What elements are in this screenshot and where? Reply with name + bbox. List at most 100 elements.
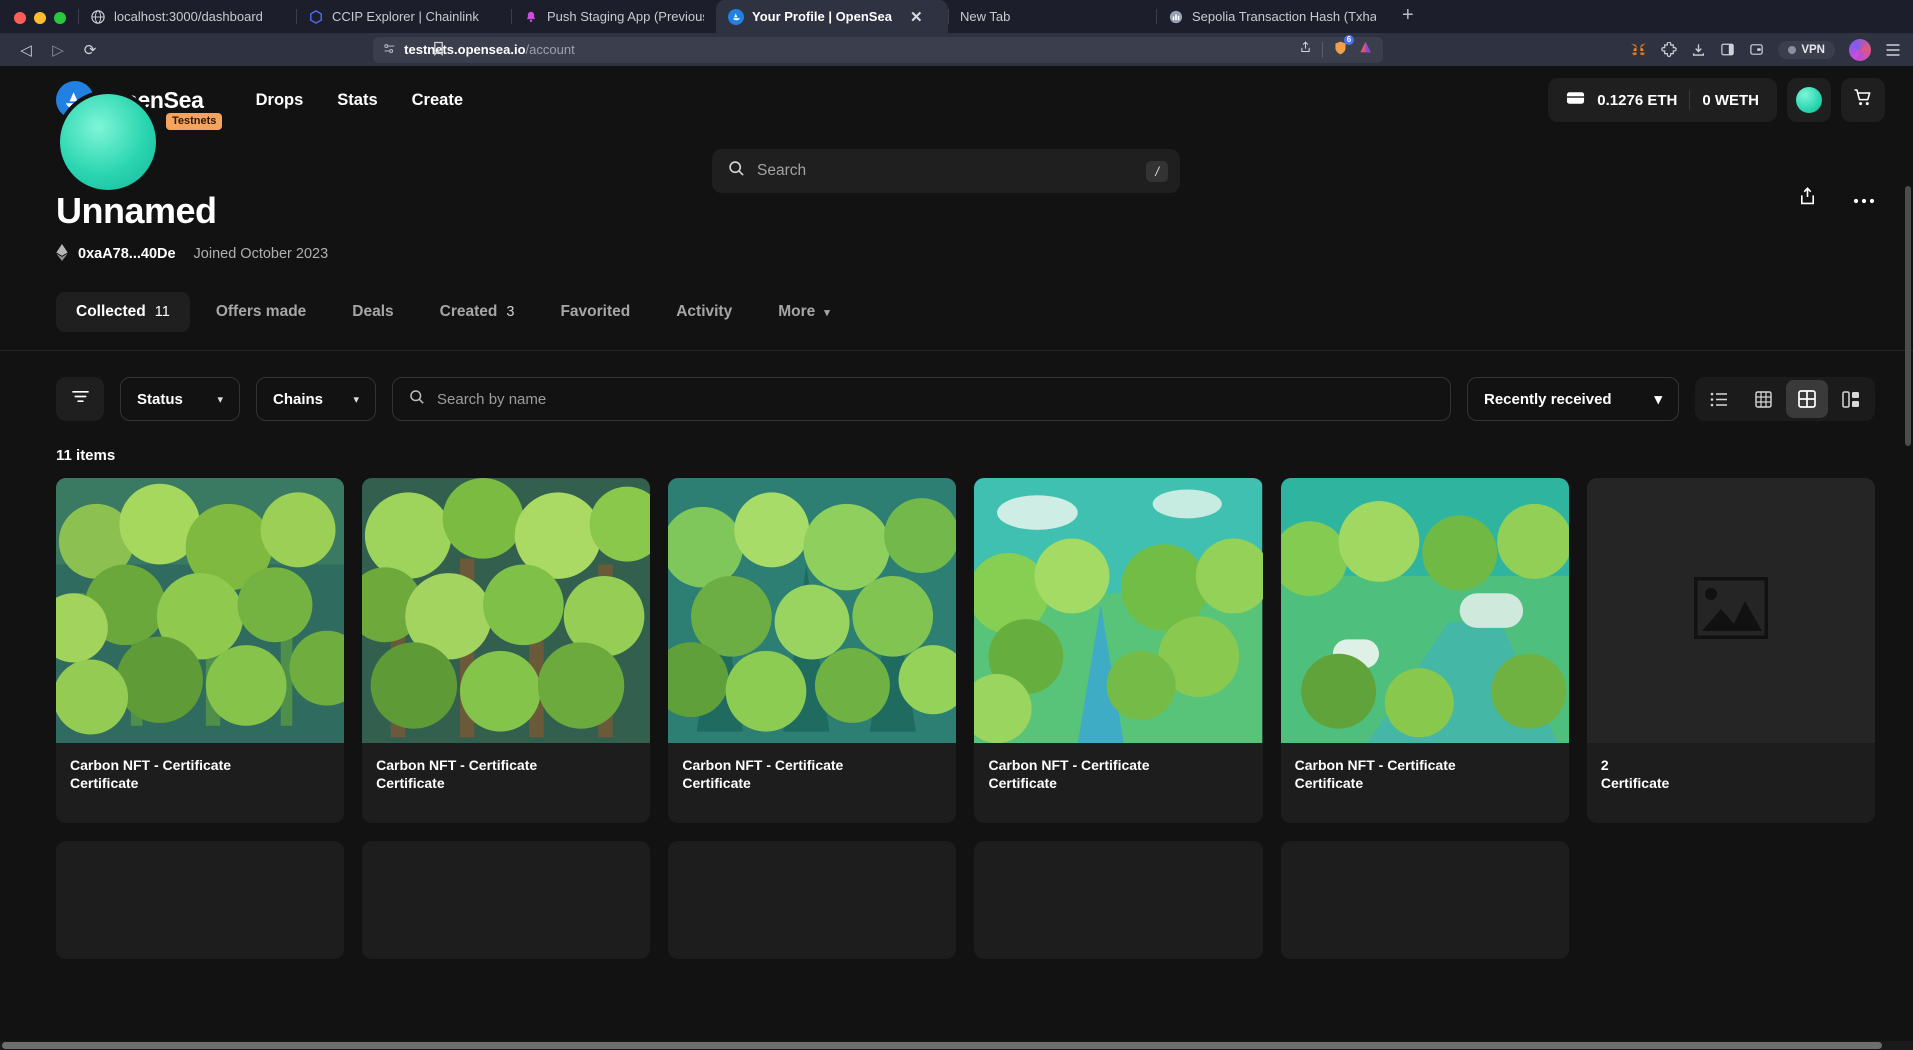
- vertical-scrollbar[interactable]: [1904, 66, 1913, 1041]
- nft-artwork: [974, 478, 1263, 744]
- tab-more[interactable]: More ▾: [758, 292, 850, 332]
- chains-filter-dropdown[interactable]: Chains ▾: [256, 377, 376, 421]
- bookmark-icon[interactable]: [432, 41, 445, 59]
- browser-tab-localhost[interactable]: localhost:3000/dashboard: [78, 0, 296, 33]
- hamburger-menu-icon[interactable]: [1885, 43, 1901, 57]
- maximize-window-button[interactable]: [54, 12, 66, 24]
- nft-card-next-row[interactable]: [56, 840, 345, 959]
- nav-link-create[interactable]: Create: [412, 91, 463, 110]
- site-permissions-icon[interactable]: [383, 42, 396, 58]
- tab-favorited[interactable]: Favorited: [540, 292, 650, 332]
- nft-card[interactable]: Carbon NFT - Certificate Certificate: [1280, 478, 1569, 823]
- nft-meta: Carbon NFT - Certificate Certificate: [1281, 743, 1569, 823]
- tab-offers-made[interactable]: Offers made: [196, 292, 326, 332]
- tab-list: localhost:3000/dashboard CCIP Explorer |…: [78, 0, 1913, 33]
- tab-activity[interactable]: Activity: [656, 292, 752, 332]
- filter-icon: [71, 389, 90, 409]
- new-tab-button[interactable]: +: [1388, 5, 1428, 33]
- detail-view-icon[interactable]: [1830, 380, 1872, 418]
- sidebar-icon[interactable]: [1720, 42, 1735, 57]
- opensea-icon: [728, 8, 744, 25]
- profile-name: Unnamed: [56, 190, 217, 231]
- horizontal-scrollbar-thumb[interactable]: [2, 1042, 1882, 1049]
- browser-tab-opensea-profile[interactable]: Your Profile | OpenSea ✕: [716, 0, 948, 33]
- metamask-icon[interactable]: [1630, 42, 1647, 58]
- nft-card[interactable]: Carbon NFT - Certificate Certificate: [668, 478, 957, 823]
- navigation-buttons: ◁ ▷ ⟳: [12, 37, 104, 63]
- wallet-eth-balance: 0.1276 ETH: [1597, 91, 1678, 109]
- profile-address[interactable]: 0xaA78...40De: [78, 246, 176, 262]
- cart-icon: [1853, 88, 1873, 112]
- image-placeholder-icon: [1693, 576, 1769, 644]
- tab-label: Created: [439, 303, 498, 320]
- puzzle-extension-icon[interactable]: [1661, 41, 1678, 58]
- browser-tabstrip: localhost:3000/dashboard CCIP Explorer |…: [0, 0, 1913, 33]
- extensions-area: VPN: [1616, 38, 1901, 61]
- nft-title: Carbon NFT - Certificate: [682, 757, 844, 774]
- wallet-balance[interactable]: 0.1276 ETH 0 WETH: [1548, 78, 1777, 122]
- download-icon[interactable]: [1691, 42, 1706, 58]
- small-grid-view-icon[interactable]: [1742, 380, 1784, 418]
- push-bell-icon: [523, 9, 539, 25]
- minimize-window-button[interactable]: [34, 12, 46, 24]
- profile-avatar-large[interactable]: [56, 90, 160, 194]
- browser-tab-ccip-explorer[interactable]: CCIP Explorer | Chainlink: [296, 0, 511, 33]
- opensea-page: OpenSea Testnets Drops Stats Create /: [0, 66, 1913, 1050]
- nft-subtitle: Certificate: [1600, 775, 1670, 791]
- nft-card[interactable]: Carbon NFT - Certificate Certificate: [56, 478, 345, 823]
- back-button[interactable]: ◁: [12, 37, 40, 63]
- nft-card[interactable]: 2 Certificate: [1586, 478, 1875, 823]
- tab-collected[interactable]: Collected 11: [56, 292, 190, 332]
- close-window-button[interactable]: [14, 12, 26, 24]
- status-filter-dropdown[interactable]: Status ▾: [120, 377, 240, 421]
- list-view-icon[interactable]: [1698, 380, 1740, 418]
- browser-window: localhost:3000/dashboard CCIP Explorer |…: [0, 0, 1913, 1050]
- browser-tab-sepolia-txhash[interactable]: Sepolia Transaction Hash (Txhash) D: [1156, 0, 1388, 33]
- leo-ai-icon[interactable]: [1358, 40, 1373, 59]
- filter-toggle-button[interactable]: [56, 377, 104, 421]
- shield-block-count: 6: [1343, 34, 1355, 45]
- vpn-button[interactable]: VPN: [1778, 40, 1835, 59]
- share-icon[interactable]: [1798, 186, 1817, 211]
- url-path: /account: [525, 42, 575, 57]
- address-bar[interactable]: testnets.opensea.io/account 6: [373, 34, 1384, 63]
- nav-link-stats[interactable]: Stats: [337, 91, 377, 110]
- nft-card-next-row[interactable]: [668, 840, 957, 959]
- cart-button[interactable]: [1841, 78, 1885, 122]
- large-grid-view-icon[interactable]: [1786, 380, 1828, 418]
- nft-card-next-row[interactable]: [1280, 840, 1569, 959]
- nft-card-next-row[interactable]: [362, 840, 651, 959]
- reload-button[interactable]: ⟳: [76, 37, 104, 63]
- horizontal-scrollbar[interactable]: [0, 1041, 1913, 1050]
- more-options-icon[interactable]: [1853, 188, 1875, 209]
- nft-card[interactable]: Carbon NFT - Certificate Certificate: [362, 478, 651, 823]
- wallet-icon: [1566, 90, 1585, 110]
- url-text: testnets.opensea.io/account: [404, 42, 575, 57]
- browser-tab-push-staging[interactable]: Push Staging App (Previously EPNS: [511, 0, 716, 33]
- sort-dropdown[interactable]: Recently received ▾: [1467, 377, 1679, 421]
- forward-button[interactable]: ▷: [44, 37, 72, 63]
- browser-profile-avatar[interactable]: [1849, 38, 1871, 61]
- nft-card[interactable]: Carbon NFT - Certificate Certificate: [974, 478, 1263, 823]
- close-tab-icon[interactable]: ✕: [910, 8, 923, 26]
- chevron-down-icon: ▾: [1654, 391, 1662, 408]
- share-icon[interactable]: [1299, 40, 1312, 59]
- account-button[interactable]: [1787, 78, 1831, 122]
- tab-created[interactable]: Created 3: [420, 292, 535, 332]
- nft-card-next-row[interactable]: [974, 840, 1263, 959]
- name-search-input[interactable]: [437, 390, 1434, 408]
- profile-avatar: [1796, 87, 1822, 113]
- chainlink-icon: [308, 9, 324, 25]
- nav-link-drops[interactable]: Drops: [256, 91, 304, 110]
- brave-shield-icon[interactable]: 6: [1333, 34, 1355, 60]
- nft-title: Carbon NFT - Certificate: [376, 757, 538, 774]
- tab-deals[interactable]: Deals: [332, 292, 413, 332]
- tab-count: 11: [154, 304, 170, 320]
- wallet-icon[interactable]: [1749, 42, 1764, 57]
- name-search-box[interactable]: [392, 377, 1451, 421]
- vertical-scrollbar-thumb[interactable]: [1905, 186, 1911, 446]
- profile-section: Unnamed 0xaA78...40De Joined October 202…: [0, 90, 1913, 264]
- vpn-status-dot: [1788, 45, 1797, 54]
- nft-artwork: [56, 478, 345, 744]
- browser-tab-new-tab[interactable]: New Tab: [948, 0, 1156, 33]
